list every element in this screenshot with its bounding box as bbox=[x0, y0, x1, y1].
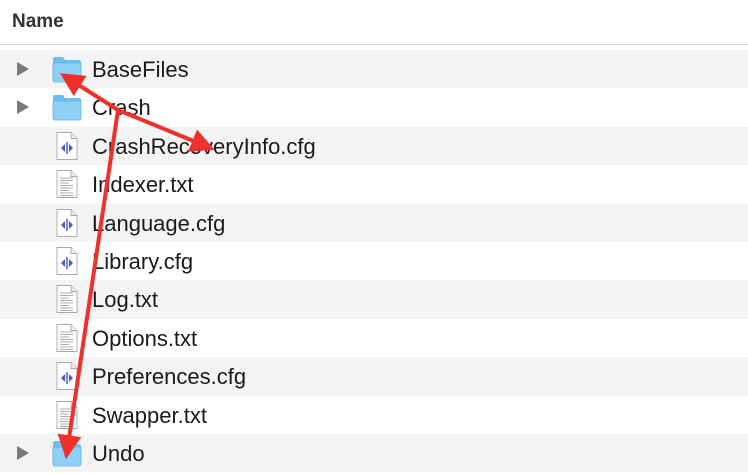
file-row[interactable]: Log.txt bbox=[0, 280, 748, 319]
finder-list-view: Name BaseFiles Crash CrashRecoveryInfo.cfg… bbox=[0, 0, 748, 474]
text-file-icon bbox=[52, 323, 82, 352]
file-row[interactable]: Language.cfg bbox=[0, 203, 748, 242]
file-name-label: Crash bbox=[92, 95, 151, 121]
folder-icon bbox=[52, 55, 82, 83]
file-name-label: Options.txt bbox=[92, 325, 198, 351]
folder-row[interactable]: BaseFiles bbox=[0, 50, 748, 89]
folder-icon bbox=[52, 439, 82, 467]
file-name-label: Undo bbox=[92, 440, 145, 466]
file-row[interactable]: Preferences.cfg bbox=[0, 357, 748, 396]
config-file-icon bbox=[52, 247, 82, 275]
name-column-header[interactable]: Name bbox=[12, 11, 64, 33]
config-file-icon bbox=[52, 362, 82, 391]
disclosure-triangle-icon[interactable] bbox=[17, 62, 29, 76]
file-name-label: Library.cfg bbox=[92, 248, 194, 274]
file-row[interactable]: Options.txt bbox=[0, 319, 748, 357]
file-row[interactable]: Swapper.txt bbox=[0, 396, 748, 434]
file-row[interactable]: Indexer.txt bbox=[0, 165, 748, 203]
file-name-label: Language.cfg bbox=[92, 210, 226, 236]
disclosure-triangle-icon[interactable] bbox=[17, 445, 29, 460]
folder-row[interactable]: Undo bbox=[0, 433, 748, 473]
disclosure-triangle-icon[interactable] bbox=[17, 100, 29, 115]
file-row[interactable]: CrashRecoveryInfo.cfg bbox=[0, 126, 748, 166]
file-row[interactable]: Library.cfg bbox=[0, 242, 748, 280]
file-name-label: BaseFiles bbox=[92, 57, 189, 82]
folder-row[interactable]: Crash bbox=[0, 88, 748, 126]
file-name-label: Swapper.txt bbox=[92, 402, 207, 428]
text-file-icon bbox=[52, 400, 82, 429]
config-file-icon bbox=[52, 131, 82, 160]
file-name-label: Indexer.txt bbox=[92, 172, 194, 198]
file-list: BaseFiles Crash CrashRecoveryInfo.cfg Index… bbox=[0, 50, 748, 473]
config-file-icon bbox=[52, 208, 82, 237]
file-name-label: Preferences.cfg bbox=[92, 364, 247, 390]
text-file-icon bbox=[52, 170, 82, 199]
file-name-label: Log.txt bbox=[92, 287, 159, 313]
file-name-label: CrashRecoveryInfo.cfg bbox=[92, 133, 316, 159]
text-file-icon bbox=[52, 285, 82, 314]
column-header: Name bbox=[0, 0, 748, 45]
folder-icon bbox=[52, 93, 82, 121]
